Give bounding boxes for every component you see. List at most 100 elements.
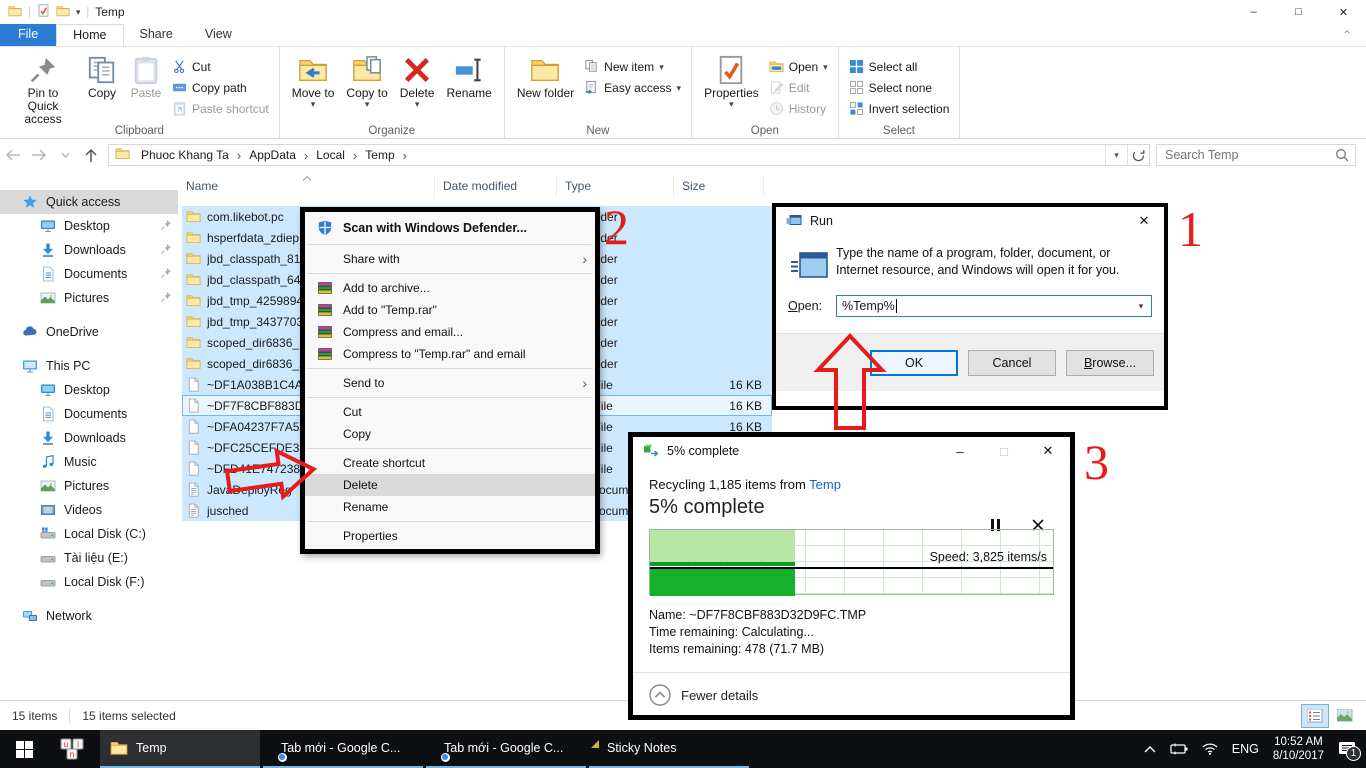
wifi-icon[interactable] [1202, 743, 1218, 755]
qat-dropdown-icon[interactable]: ▾ [76, 7, 81, 18]
details-view-icon[interactable] [1302, 705, 1328, 727]
folder-qat-icon[interactable] [56, 4, 70, 21]
copy-path-button[interactable]: Copy path [168, 78, 273, 97]
sidebar-item-local-disk-c-[interactable]: Local Disk (C:) [0, 522, 178, 546]
select-none-button[interactable]: Select none [845, 78, 954, 97]
easy-access-button[interactable]: Easy access▾ [580, 78, 685, 97]
breadcrumb-separator-icon[interactable]: › [352, 148, 358, 163]
menu-item-add-to-temp-rar[interactable]: Add to "Temp.rar" [305, 299, 595, 321]
recent-locations-chevron-icon[interactable] [52, 144, 78, 166]
sidebar-item-downloads[interactable]: Downloads [0, 426, 178, 450]
breadcrumb-separator-icon[interactable]: › [402, 148, 408, 163]
new-folder-button[interactable]: New folder [511, 49, 580, 104]
breadcrumb-separator-icon[interactable]: › [236, 148, 242, 163]
menu-item-scan-with-windows-defender[interactable]: Scan with Windows Defender... [305, 214, 595, 241]
breadcrumb-separator-icon[interactable]: › [303, 148, 309, 163]
tab-file[interactable]: File [0, 24, 56, 46]
delete-button[interactable]: Delete▾ [394, 49, 441, 112]
taskbar-app-sticky-notes-3[interactable]: Sticky Notes [589, 730, 749, 768]
new-item-button[interactable]: New item▾ [580, 57, 685, 76]
invert-selection-button[interactable]: Invert selection [845, 99, 954, 118]
close-button[interactable]: ✕ [1321, 0, 1366, 24]
sidebar-item-videos[interactable]: Videos [0, 498, 178, 522]
breadcrumb-segment[interactable]: AppData [244, 147, 301, 163]
sidebar-item-quick-access[interactable]: Quick access [0, 190, 178, 214]
menu-item-send-to[interactable]: Send to› [305, 372, 595, 394]
language-indicator[interactable]: ENG [1232, 742, 1259, 756]
sidebar-item-desktop[interactable]: Desktop [0, 378, 178, 402]
address-dropdown-icon[interactable]: ▾ [1105, 145, 1127, 165]
sidebar-item-desktop[interactable]: Desktop [0, 214, 178, 238]
address-box[interactable]: Phuoc Khang Ta›AppData›Local›Temp› ▾ [108, 144, 1150, 166]
fewer-details-toggle[interactable]: Fewer details [649, 673, 1054, 717]
cancel-button[interactable]: Cancel [968, 350, 1056, 376]
action-center-button[interactable]: 1 [1338, 741, 1356, 757]
open-button[interactable]: Open▾ [765, 57, 832, 76]
progress-minimize-icon[interactable]: – [938, 437, 982, 465]
combobox-dropdown-icon[interactable]: ▾ [1131, 301, 1151, 312]
run-close-icon[interactable]: ✕ [1124, 207, 1164, 235]
menu-item-compress-and-email[interactable]: Compress and email... [305, 321, 595, 343]
taskbar-app-tab-m-i-google-c-2[interactable]: Tab mới - Google C... [426, 730, 586, 768]
breadcrumb-segment[interactable]: Phuoc Khang Ta [136, 147, 234, 163]
copy-to-button[interactable]: Copy to▾ [340, 49, 393, 112]
sidebar-item-local-disk-f-[interactable]: Local Disk (F:) [0, 570, 178, 594]
recycling-source-link[interactable]: Temp [809, 477, 841, 492]
breadcrumb-segment[interactable]: Local [311, 147, 350, 163]
taskbar-app-temp-0[interactable]: Temp [100, 730, 260, 768]
tab-share[interactable]: Share [124, 24, 189, 46]
back-icon[interactable] [0, 144, 26, 166]
menu-item-copy[interactable]: Copy [305, 423, 595, 445]
refresh-icon[interactable] [1127, 145, 1149, 165]
battery-icon[interactable] [1170, 743, 1188, 755]
menu-item-create-shortcut[interactable]: Create shortcut [305, 452, 595, 474]
menu-item-properties[interactable]: Properties [305, 525, 595, 547]
breadcrumb-segment[interactable]: Temp [360, 147, 399, 163]
sidebar-item-pictures[interactable]: Pictures [0, 474, 178, 498]
forward-icon[interactable] [26, 144, 52, 166]
large-icons-view-icon[interactable] [1332, 705, 1358, 727]
tab-view[interactable]: View [189, 24, 248, 46]
sidebar-item-t-i-li-u-e-[interactable]: Tài liệu (E:) [0, 546, 178, 570]
taskbar-app-tab-m-i-google-c-1[interactable]: Tab mới - Google C... [263, 730, 423, 768]
menu-item-compress-to-temp-rar-and-email[interactable]: Compress to "Temp.rar" and email [305, 343, 595, 365]
unikey-button[interactable]: u i n [48, 730, 96, 768]
open-combobox[interactable]: %Temp% ▾ [836, 295, 1152, 317]
rename-button[interactable]: Rename [440, 49, 497, 104]
properties-qat-icon[interactable] [37, 4, 50, 20]
collapse-ribbon-icon[interactable]: ⌃ [1342, 28, 1352, 42]
sidebar-item-documents[interactable]: Documents [0, 402, 178, 426]
cut-button[interactable]: Cut [168, 57, 273, 76]
sidebar-item-documents[interactable]: Documents [0, 262, 178, 286]
menu-item-add-to-archive[interactable]: Add to archive... [305, 277, 595, 299]
sidebar-item-downloads[interactable]: Downloads [0, 238, 178, 262]
show-hidden-icons-chevron[interactable] [1144, 745, 1156, 753]
column-header-name[interactable]: Name [178, 176, 435, 198]
browse-button[interactable]: Browse... [1066, 350, 1154, 376]
minimize-button[interactable]: – [1231, 0, 1276, 24]
start-button[interactable] [0, 730, 48, 768]
sidebar-item-onedrive[interactable]: OneDrive [0, 320, 178, 344]
progress-close-icon[interactable]: ✕ [1026, 437, 1070, 465]
menu-item-delete[interactable]: Delete [305, 474, 595, 496]
sidebar-item-music[interactable]: Music [0, 450, 178, 474]
maximize-button[interactable]: □ [1276, 0, 1321, 24]
properties-button[interactable]: Properties▾ [698, 49, 765, 112]
sidebar-item-pictures[interactable]: Pictures [0, 286, 178, 310]
clock[interactable]: 10:52 AM 8/10/2017 [1273, 735, 1324, 763]
sidebar-item-this-pc[interactable]: This PC [0, 354, 178, 378]
search-input[interactable] [1157, 148, 1335, 162]
tab-home[interactable]: Home [56, 24, 123, 46]
select-all-button[interactable]: Select all [845, 57, 954, 76]
column-header-size[interactable]: Size [674, 176, 764, 198]
menu-item-share-with[interactable]: Share with› [305, 248, 595, 270]
copy-button[interactable]: Copy [80, 49, 124, 104]
sidebar-item-network[interactable]: Network [0, 604, 178, 628]
column-header-date-modified[interactable]: Date modified [435, 176, 557, 198]
up-icon[interactable] [78, 144, 104, 166]
pin-to-quick-access-button[interactable]: Pin to Quick access [6, 49, 80, 130]
menu-item-rename[interactable]: Rename [305, 496, 595, 518]
move-to-button[interactable]: Move to▾ [286, 49, 341, 112]
column-header-type[interactable]: Type [557, 176, 674, 198]
menu-item-cut[interactable]: Cut [305, 401, 595, 423]
